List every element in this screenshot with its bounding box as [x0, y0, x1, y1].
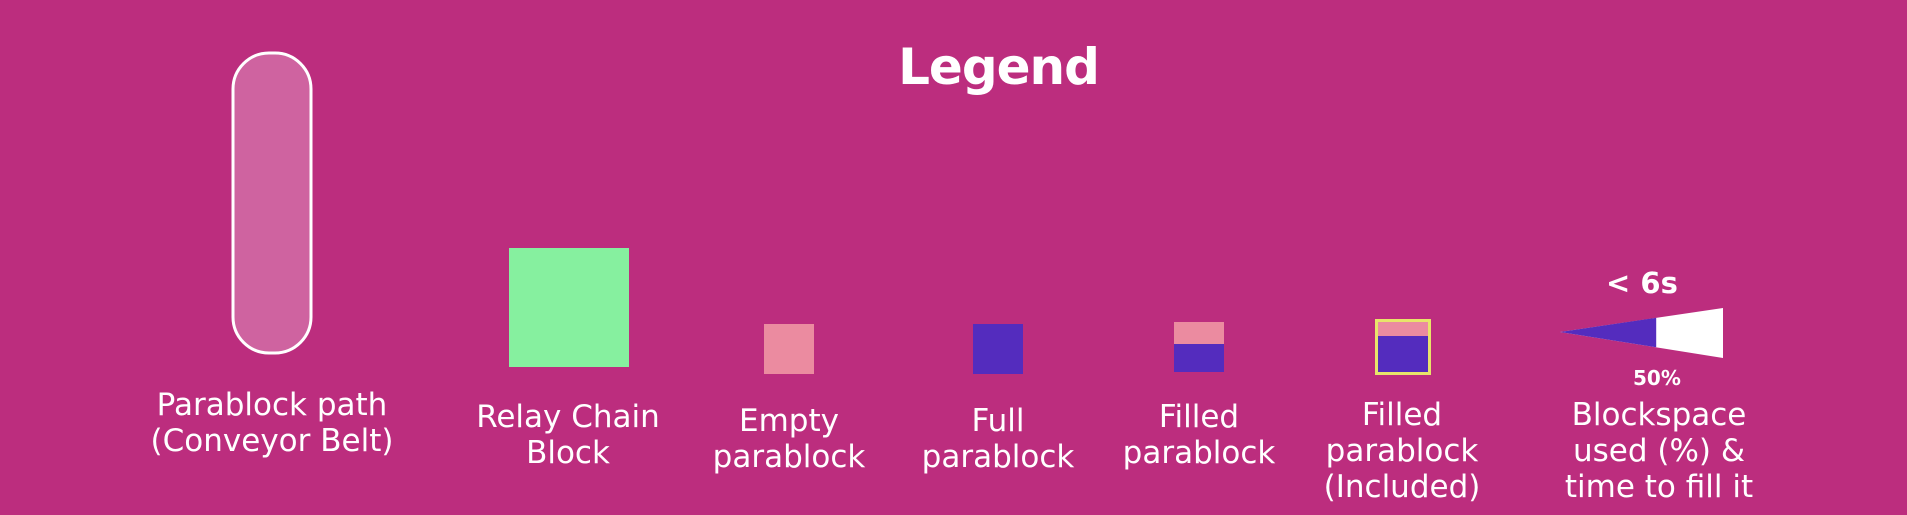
label-line: parablock [921, 439, 1075, 475]
filled-parablock-icon [1174, 322, 1224, 372]
empty-parablock-label: Empty parablock [713, 403, 866, 475]
label-line: parablock [1122, 435, 1276, 471]
label-line: (Included) [1323, 469, 1481, 505]
label-line: Filled [1158, 399, 1240, 435]
label-line: time to fill it [1564, 469, 1754, 505]
label-line: used (%) & [1572, 433, 1746, 469]
filled-parablock-label: Filled parablock [1123, 399, 1276, 471]
label-line: Blockspace [1571, 397, 1747, 433]
full-parablock-icon [973, 324, 1023, 374]
label-line: parablock [1325, 433, 1479, 469]
label-line: Filled [1361, 397, 1443, 433]
blockspace-wedge-icon [1560, 308, 1723, 358]
label-line: (Conveyor Belt) [150, 423, 394, 459]
time-label: < 6s [1606, 266, 1678, 300]
label-line: Block [526, 435, 610, 471]
relay-chain-block-icon [509, 248, 629, 367]
conveyor-belt-icon [231, 51, 313, 355]
blockspace-label: Blockspace used (%) & time to fill it [1565, 397, 1753, 505]
label-line: Relay Chain [476, 399, 660, 435]
percent-label: 50% [1633, 366, 1681, 390]
full-parablock-label: Full parablock [922, 403, 1075, 475]
relay-chain-block-label: Relay Chain Block [476, 399, 660, 471]
filled-parablock-included-label: Filled parablock (Included) [1324, 397, 1481, 505]
label-line: Full [971, 403, 1025, 439]
label-line: Empty [739, 403, 839, 439]
conveyor-belt-label: Parablock path (Conveyor Belt) [151, 387, 394, 459]
filled-parablock-included-icon [1375, 319, 1431, 375]
empty-parablock-icon [764, 324, 814, 374]
label-line: Parablock path [156, 387, 388, 423]
label-line: parablock [712, 439, 866, 475]
